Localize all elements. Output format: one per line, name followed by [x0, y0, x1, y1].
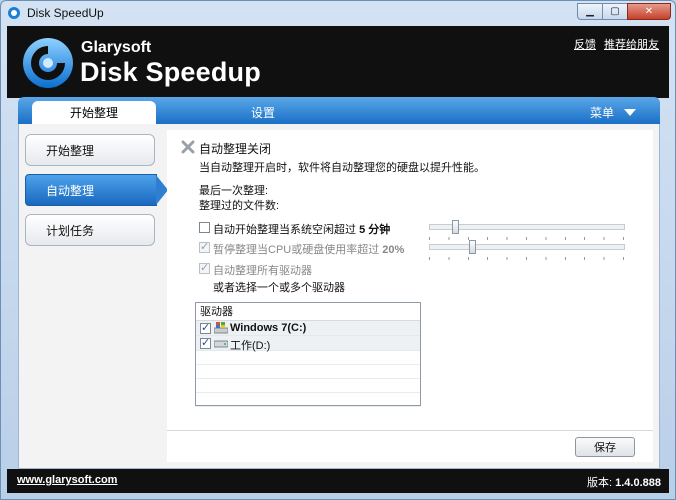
app-window: Disk SpeedUp ▁ ▢ ✕ Glarysoft Disk Speedu… — [0, 0, 676, 500]
tab-start-defrag[interactable]: 开始整理 — [32, 101, 156, 124]
sidebar-item-auto-defrag[interactable]: 自动整理 — [25, 174, 168, 206]
minimize-icon: ▁ — [586, 6, 594, 17]
maximize-icon: ▢ — [610, 6, 620, 17]
window-controls: ▁ ▢ ✕ — [577, 3, 671, 21]
recommend-link[interactable]: 推荐给朋友 — [604, 36, 659, 52]
drive-row-c[interactable]: Windows 7(C:) — [196, 321, 420, 336]
empty-row — [196, 351, 420, 365]
pause-defrag-label: 暂停整理当CPU或硬盘使用率超过 20% — [213, 241, 404, 257]
tab-bar: 开始整理 设置 菜单 — [18, 97, 660, 124]
app-header: Glarysoft Disk Speedup 反馈 推荐给朋友 — [7, 26, 669, 98]
pause-defrag-text: 暂停整理当CPU或硬盘使用率超过 — [213, 244, 380, 256]
usage-threshold-slider[interactable] — [429, 240, 625, 260]
website-link[interactable]: www.glarysoft.com — [17, 474, 117, 486]
version-label: 版本: — [587, 477, 613, 489]
slider-thumb[interactable] — [452, 220, 459, 234]
drive-d-checkbox[interactable] — [200, 336, 211, 349]
tab-settings[interactable]: 设置 — [218, 101, 308, 124]
select-drives-label: 或者选择一个或多个驱动器 — [213, 282, 345, 294]
files-defragged-label: 整理过的文件数: — [199, 200, 280, 212]
drive-d-label: 工作(D:) — [230, 340, 271, 352]
sidebar-item-label: 开始整理 — [46, 143, 95, 158]
all-drives-label: 自动整理所有驱动器 — [213, 265, 312, 277]
tab-menu[interactable]: 菜单 — [590, 101, 660, 124]
idle-defrag-checkbox[interactable] — [199, 222, 210, 233]
content-panel: 开始整理 自动整理 计划任务 自动整理关闭 当自动整理开启时，软件将自动整理您的… — [18, 124, 660, 469]
menu-label: 菜单 — [590, 106, 615, 120]
empty-row — [196, 365, 420, 379]
last-defrag-label: 最后一次整理: — [199, 185, 269, 197]
status-title: 自动整理关闭 — [199, 142, 272, 156]
sidebar-item-start-defrag[interactable]: 开始整理 — [25, 134, 155, 166]
empty-row — [196, 379, 420, 393]
close-icon: ✕ — [644, 6, 654, 17]
disabled-x-icon — [181, 140, 195, 154]
glarysoft-logo-icon — [23, 38, 73, 88]
version-info: 版本: 1.4.0.888 — [587, 474, 661, 490]
sidebar-item-schedule[interactable]: 计划任务 — [25, 214, 155, 246]
brand-company: Glarysoft — [81, 39, 152, 56]
auto-defrag-pane: 自动整理关闭 当自动整理开启时，软件将自动整理您的硬盘以提升性能。 最后一次整理… — [167, 130, 653, 462]
drive-c-checkbox[interactable] — [200, 321, 211, 334]
idle-time-slider[interactable] — [429, 220, 625, 240]
slider-ticks — [429, 257, 625, 260]
version-value: 1.4.0.888 — [615, 477, 661, 489]
divider — [167, 430, 653, 431]
drive-list-header: 驱动器 — [196, 303, 420, 321]
all-drives-checkbox[interactable] — [199, 261, 210, 274]
title-bar: Disk SpeedUp ▁ ▢ ✕ — [1, 1, 675, 25]
header-links: 反馈 推荐给朋友 — [574, 36, 659, 52]
hard-drive-icon — [214, 340, 228, 348]
idle-defrag-label: 自动开始整理当系统空闲超过 5 分钟 — [213, 221, 390, 237]
brand-product: Disk Speedup — [80, 57, 261, 87]
app-footer: www.glarysoft.com 版本: 1.4.0.888 — [7, 469, 669, 493]
idle-defrag-text: 自动开始整理当系统空闲超过 — [213, 224, 356, 236]
feedback-link[interactable]: 反馈 — [574, 36, 596, 52]
pause-defrag-value: 20% — [382, 244, 405, 256]
drive-c-label: Windows 7(C:) — [230, 322, 307, 334]
maximize-button[interactable]: ▢ — [602, 3, 628, 20]
minimize-button[interactable]: ▁ — [577, 3, 603, 20]
close-button[interactable]: ✕ — [627, 3, 671, 20]
slider-thumb[interactable] — [469, 240, 476, 254]
window-title: Disk SpeedUp — [27, 6, 104, 20]
idle-defrag-value: 5 分钟 — [359, 224, 391, 236]
status-description: 当自动整理开启时，软件将自动整理您的硬盘以提升性能。 — [199, 162, 485, 174]
sidebar-item-label: 自动整理 — [46, 183, 95, 198]
slider-track — [429, 244, 625, 250]
sidebar-item-label: 计划任务 — [46, 223, 95, 238]
app-icon — [8, 7, 20, 19]
save-button[interactable]: 保存 — [575, 437, 635, 457]
empty-row — [196, 393, 420, 407]
windows-drive-icon — [214, 322, 228, 334]
drive-list: 驱动器 Windows 7(C:) — [195, 302, 421, 407]
drive-row-d[interactable]: 工作(D:) — [196, 336, 420, 352]
pause-defrag-checkbox[interactable] — [199, 240, 210, 253]
chevron-down-icon — [624, 109, 637, 116]
